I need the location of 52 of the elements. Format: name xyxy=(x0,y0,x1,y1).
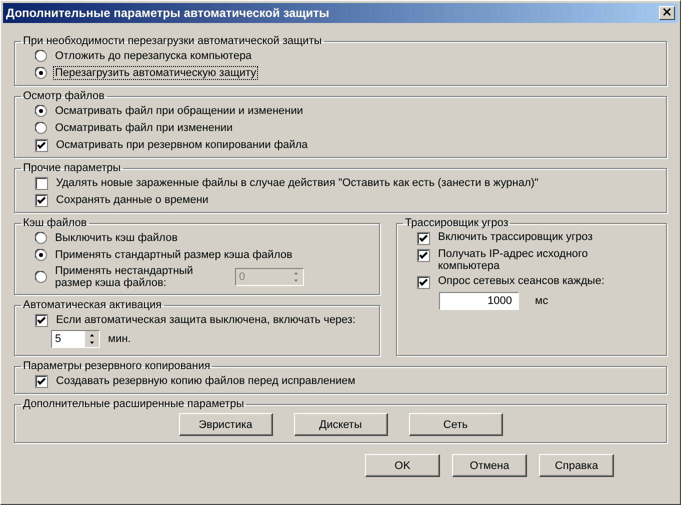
checkbox[interactable] xyxy=(417,232,430,245)
close-button[interactable]: × xyxy=(659,6,675,20)
checkbox[interactable] xyxy=(35,314,48,326)
radio-button[interactable] xyxy=(35,271,47,283)
option-label: Осматривать файл при изменении xyxy=(54,121,234,135)
unit-label: мин. xyxy=(108,333,131,345)
checkbox[interactable] xyxy=(35,374,48,388)
group-title: Кэш файлов xyxy=(22,217,88,229)
checkbox[interactable] xyxy=(35,176,48,190)
option-label: Включить трассировщик угроз xyxy=(437,230,594,244)
option-label: Создавать резервную копию файлов перед исправлением xyxy=(55,374,356,388)
spin-field[interactable]: 5 xyxy=(51,330,100,348)
unit-label: мс xyxy=(535,295,548,307)
option-label: Получать IP-адрес исходного компьютера xyxy=(437,247,589,273)
option-label: Осматривать файл при обращении и изменении xyxy=(54,104,304,118)
radio-button[interactable] xyxy=(35,249,47,261)
radio-button[interactable] xyxy=(35,105,47,117)
spin-down-icon[interactable] xyxy=(85,339,99,347)
group-title: Автоматическая активация xyxy=(22,299,163,311)
option-button[interactable]: Сеть xyxy=(408,413,502,436)
radio-button[interactable] xyxy=(35,232,47,244)
option-label: Сохранять данные о времени xyxy=(55,193,210,207)
checkbox[interactable] xyxy=(417,249,430,262)
option-label: Удалять новые зараженные файлы в случае действия "Оставить как есть (занести в журнал)" xyxy=(55,176,540,190)
checkbox[interactable] xyxy=(35,194,48,206)
group-title: Осмотр файлов xyxy=(22,90,106,102)
interval-field[interactable]: 1000 xyxy=(439,292,519,310)
radio-button[interactable] xyxy=(35,122,47,134)
option-label: Если автоматическая защита выключена, включать через: xyxy=(55,313,357,327)
option-button[interactable]: Дискеты xyxy=(294,413,388,436)
dialog-button[interactable]: Справка xyxy=(539,454,614,477)
option-label: Отложить до перезапуска компьютера xyxy=(54,49,253,63)
checkbox[interactable] xyxy=(35,138,48,152)
radio-button[interactable] xyxy=(35,67,47,79)
option-label: Применять стандартный размер кэша файлов xyxy=(54,248,294,262)
option-label: Осматривать при резервном копировании файла xyxy=(55,138,309,152)
window-title: Дополнительные параметры автоматической защиты xyxy=(6,6,330,20)
option-label: Перезагрузить автоматическую защиту xyxy=(53,66,258,80)
group-title: Дополнительные расширенные параметры xyxy=(22,398,245,410)
option-button[interactable]: Эвристика xyxy=(178,413,272,436)
group-title: Трассировщик угроз xyxy=(404,217,510,229)
group-title: Параметры резервного копирования xyxy=(22,360,212,372)
checkbox[interactable] xyxy=(417,276,430,289)
option-label: Применять нестандартный размер кэша файлов: xyxy=(54,264,194,290)
dialog-button[interactable]: OK xyxy=(365,454,440,477)
group-title: Прочие параметры xyxy=(22,162,122,174)
spin-up-icon[interactable] xyxy=(85,331,99,339)
radio-button[interactable] xyxy=(35,50,47,62)
option-label: Выключить кэш файлов xyxy=(54,231,179,245)
group-title: При необходимости перезагрузки автоматической защиты xyxy=(22,35,323,47)
option-label: Опрос сетевых сеансов каждые: xyxy=(437,274,606,288)
dialog-button[interactable]: Отмена xyxy=(452,454,527,477)
